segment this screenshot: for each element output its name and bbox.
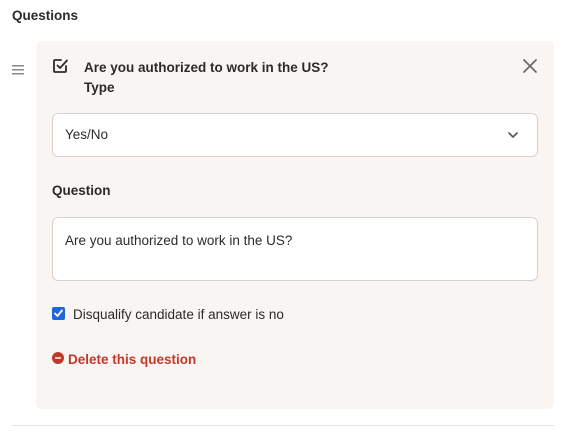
minus-circle-icon: [52, 352, 64, 364]
type-label: Type: [84, 80, 115, 95]
type-select[interactable]: Yes/No: [52, 113, 538, 157]
question-textarea-value: Are you authorized to work in the US?: [65, 233, 293, 248]
chevron-down-icon: [508, 132, 518, 138]
checkmark-icon: [54, 309, 63, 317]
section-title: Questions: [12, 8, 79, 23]
drag-handle-icon[interactable]: [12, 62, 24, 75]
close-icon: [523, 59, 537, 73]
close-button[interactable]: [520, 56, 540, 76]
question-card: Are you authorized to work in the US? Ty…: [36, 41, 554, 409]
delete-question-label: Delete this question: [68, 352, 197, 367]
disqualify-label[interactable]: Disqualify candidate if answer is no: [73, 307, 284, 322]
disqualify-checkbox[interactable]: [52, 307, 65, 320]
question-card-title: Are you authorized to work in the US?: [84, 60, 329, 75]
question-label: Question: [52, 183, 111, 198]
type-select-value: Yes/No: [65, 127, 109, 142]
edit-checkbox-icon: [51, 57, 69, 75]
question-textarea[interactable]: Are you authorized to work in the US?: [52, 217, 538, 281]
divider: [12, 425, 554, 426]
